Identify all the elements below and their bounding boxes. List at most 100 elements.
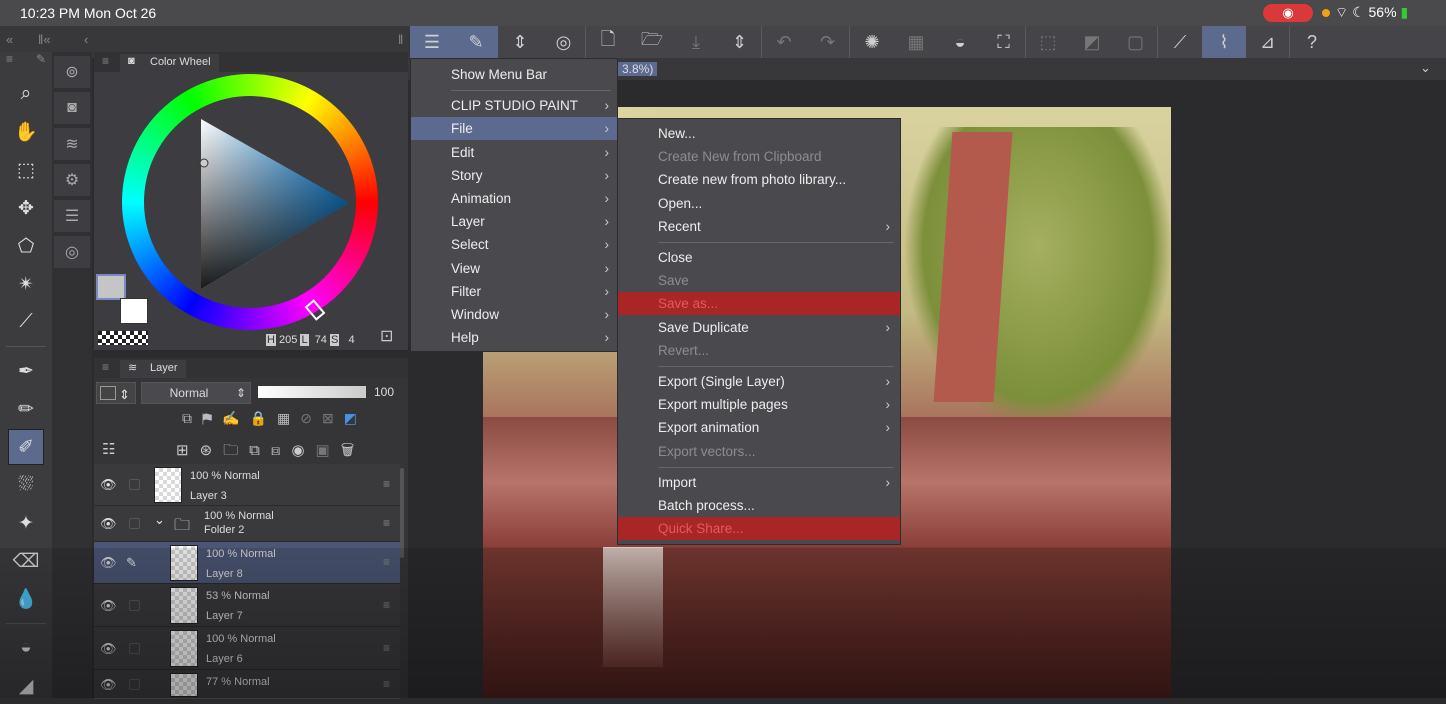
help-button[interactable]: ? [1290, 26, 1334, 58]
transform-button[interactable]: ⛶ [982, 26, 1026, 58]
lock-transparent-icon[interactable]: ▦ [277, 410, 300, 426]
layer-checkbox[interactable] [129, 599, 140, 611]
tool-eyedropper[interactable]: ⟋ [8, 304, 44, 340]
layer-checkbox[interactable] [129, 642, 140, 654]
drag-handle-icon[interactable]: ≡ [383, 598, 390, 612]
menu-item-export-vectors[interactable]: Export vectors... [618, 440, 900, 463]
menu-item-help[interactable]: Help › [411, 326, 617, 349]
sub-layers-button[interactable]: ≋ [54, 128, 90, 160]
layer-color-icon[interactable]: ◩ [344, 410, 367, 426]
tool-magic-wand[interactable]: ✴ [8, 266, 44, 302]
color-mode-icon[interactable]: ⊡ [380, 326, 393, 346]
menu-item-window[interactable]: Window › [411, 303, 617, 326]
menu-item-animation[interactable]: Animation › [411, 187, 617, 210]
panel-menu-icon[interactable]: ≡ [102, 360, 109, 374]
tool-hand[interactable]: ✋ [8, 114, 44, 150]
eye-icon[interactable]: 👁 [100, 641, 117, 657]
chevron-left-icon[interactable]: ‹ [84, 32, 88, 47]
tool-fill[interactable]: ◒ [8, 630, 44, 666]
sub-material-button[interactable]: ◎ [54, 236, 90, 268]
menu-icon[interactable]: ≡ [6, 52, 13, 74]
tool-airbrush[interactable]: ⛆ [8, 467, 44, 503]
eye-icon[interactable]: 👁 [100, 477, 117, 493]
redo-button[interactable]: ↷ [806, 26, 850, 58]
tool-move[interactable]: ✥ [8, 190, 44, 226]
panel-menu-icon[interactable]: ≡ [102, 54, 109, 68]
eye-icon[interactable]: 👁 [100, 677, 117, 693]
layer-list-icon[interactable]: ☷ [102, 440, 115, 458]
menu-item-revert[interactable]: Revert... [618, 339, 900, 362]
tool-decoration[interactable]: ✦ [8, 505, 44, 541]
eye-icon[interactable]: 👁 [100, 598, 117, 614]
menu-item-export-single-layer[interactable]: Export (Single Layer) › [618, 370, 900, 393]
transfer-down-icon[interactable]: ⧉ [249, 442, 271, 459]
tool-zoom[interactable]: ⌕ [8, 76, 44, 112]
layer-color-select[interactable]: ⇕ [96, 382, 136, 404]
layer-checkbox[interactable] [129, 679, 140, 690]
menu-item-file[interactable]: File › [411, 117, 617, 141]
opacity-slider[interactable] [258, 386, 366, 398]
menu-item-layer[interactable]: Layer › [411, 210, 617, 233]
invert-selection-button[interactable]: ◩ [1070, 26, 1114, 58]
mask-icon[interactable]: ⊘ [300, 410, 322, 426]
merge-down-icon[interactable]: ⧈ [271, 442, 292, 459]
chevron-down-icon[interactable]: ⌄ [1420, 60, 1431, 76]
tool-gradient[interactable]: ◢ [8, 668, 44, 704]
menu-item-story[interactable]: Story › [411, 164, 617, 187]
ruler-edit-button[interactable]: ⊿ [1246, 26, 1290, 58]
tool-brush[interactable]: ✐ [8, 429, 44, 465]
record-icon[interactable]: ◉ [1263, 4, 1313, 22]
delete-icon[interactable]: 🗑 [341, 442, 366, 459]
main-color-swatch[interactable] [96, 274, 126, 300]
drag-handle-icon[interactable]: ≡ [383, 641, 390, 655]
undo-button[interactable]: ↶ [762, 26, 806, 58]
layer-checkbox[interactable] [129, 518, 140, 529]
sub-color-swatch[interactable] [120, 298, 148, 324]
tool-eraser[interactable]: ⌫ [8, 543, 44, 579]
eye-icon[interactable]: 👁 [100, 555, 117, 571]
ruler-off-icon[interactable]: ⊠ [322, 410, 344, 426]
menu-item-clip-studio-paint[interactable]: CLIP STUDIO PAINT › [411, 94, 617, 117]
menu-button[interactable]: ☰ [410, 26, 454, 58]
chevron-down-icon[interactable]: ⌄ [154, 512, 165, 528]
tool-blend[interactable]: 💧 [8, 581, 44, 617]
new-folder-icon[interactable]: 🗀 [223, 442, 249, 459]
menu-item-open[interactable]: Open... [618, 192, 900, 215]
opacity-value[interactable]: 100 [374, 385, 394, 399]
menu-item-edit[interactable]: Edit › [411, 141, 617, 164]
menu-item-quick-share[interactable]: Quick Share... [618, 517, 900, 541]
tab-color-wheel[interactable]: ◙ Color Wheel [120, 54, 219, 72]
menu-item-export-multiple-pages[interactable]: Export multiple pages › [618, 393, 900, 416]
new-file-button[interactable]: 🗋 [586, 26, 630, 58]
tool-pen[interactable]: ✒ [8, 353, 44, 389]
ruler-button[interactable]: ⟋ [1158, 26, 1202, 58]
saturation-triangle[interactable] [122, 74, 378, 330]
open-folder-button[interactable]: 🗁 [630, 26, 674, 58]
save-button[interactable]: ⤓ [674, 26, 718, 58]
updown-button[interactable]: ⇕ [498, 26, 542, 58]
drag-handle-icon[interactable]: ≡ [383, 555, 390, 569]
menu-item-new[interactable]: New... [618, 122, 900, 145]
folder-row[interactable]: 👁 ⌄ 🗀 100 % Normal Folder 2 ≡ [94, 506, 400, 542]
menu-item-select[interactable]: Select › [411, 233, 617, 256]
drag-handle-icon[interactable]: ≡ [383, 477, 390, 491]
menu-item-show-menu-bar[interactable]: Show Menu Bar [411, 63, 617, 86]
layer-scrollbar[interactable] [400, 468, 404, 558]
menu-item-create-new-from-photo-library[interactable]: Create new from photo library... [618, 168, 900, 191]
sub-color-button[interactable]: ◙ [54, 92, 90, 124]
canvas-tab[interactable]: 3.8%) [618, 62, 658, 76]
collapse-panel-icon[interactable]: ‖« [38, 32, 51, 47]
tool-pencil[interactable]: ✏ [8, 391, 44, 427]
menu-item-batch-process[interactable]: Batch process... [618, 494, 900, 517]
spiral-button[interactable]: ◎ [542, 26, 586, 58]
drag-handle-icon[interactable]: ≡ [383, 677, 390, 691]
layer-checkbox[interactable] [129, 479, 140, 490]
layer-row[interactable]: 👁 77 % Normal ≡ [94, 670, 400, 700]
clear-button[interactable]: ▦ [894, 26, 938, 58]
modify-tool-button[interactable]: ✎ [454, 26, 498, 58]
eye-icon[interactable]: 👁 [100, 516, 117, 532]
selection-border-button[interactable]: ▢ [1114, 26, 1158, 58]
menu-item-filter[interactable]: Filter › [411, 280, 617, 303]
layer-row[interactable]: 👁 100 % Normal Layer 3 ≡ [94, 464, 400, 506]
loading-button[interactable]: ✺ [850, 26, 894, 58]
